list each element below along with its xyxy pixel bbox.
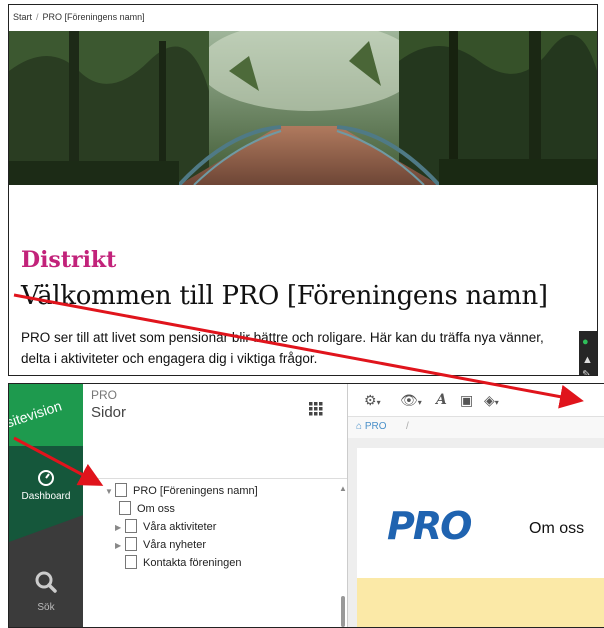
home-icon[interactable]: ⌂ PRO: [356, 421, 387, 432]
breadcrumb-home[interactable]: PRO: [365, 421, 387, 432]
image-icon[interactable]: ▣: [460, 392, 473, 409]
scrollbar-thumb[interactable]: [341, 596, 345, 627]
tree-item-aktiviteter[interactable]: ▶ Våra aktiviteter: [115, 519, 216, 536]
dashboard-label[interactable]: Dashboard: [9, 491, 83, 502]
district-label: Distrikt: [21, 247, 117, 273]
search-label[interactable]: Sök: [9, 602, 83, 613]
expand-caret-icon[interactable]: ▼: [105, 487, 115, 496]
pro-logo: PRO: [387, 504, 472, 548]
om-oss-link[interactable]: Om oss: [529, 520, 584, 538]
welcome-heading: Välkommen till PRO [Föreningens namn]: [21, 281, 548, 311]
page-icon: [119, 501, 131, 515]
tree-item-root[interactable]: ▼ PRO [Föreningens namn]: [105, 483, 258, 500]
breadcrumb-start[interactable]: Start: [13, 12, 32, 22]
logo-block: sitevision: [9, 384, 83, 446]
site-label: PRO: [91, 388, 118, 402]
breadcrumb-current: PRO [Föreningens namn]: [42, 12, 145, 22]
page-icon: [115, 483, 127, 497]
collapse-caret-icon[interactable]: ▶: [115, 523, 125, 532]
search-icon[interactable]: [33, 570, 59, 594]
pencil-icon[interactable]: ✎: [582, 369, 591, 375]
cms-left-nav: sitevision Dashboard Sök: [9, 384, 83, 627]
module-cube-icon[interactable]: ◈▾: [484, 392, 499, 409]
scroll-up-icon[interactable]: ▲: [339, 484, 347, 493]
public-site-screenshot: Start / PRO [Föreningens namn] Distrikt …: [8, 4, 598, 376]
dashboard-icon[interactable]: [36, 468, 56, 488]
tree-item-label[interactable]: Våra nyheter: [143, 539, 206, 551]
page-icon: [125, 555, 137, 569]
user-icon[interactable]: ▲: [582, 354, 593, 366]
settings-gear-icon[interactable]: ⚙▾: [364, 392, 381, 409]
cms-editor-screenshot: sitevision Dashboard Sök PRO Sidor ▼ PRO…: [8, 383, 604, 628]
tree-item-label[interactable]: Våra aktiviteter: [143, 521, 216, 533]
leaf-icon[interactable]: ●: [582, 336, 589, 348]
sitevision-logo: sitevision: [8, 397, 64, 431]
page-icon: [125, 519, 137, 533]
breadcrumb-separator: /: [406, 421, 409, 432]
pages-title: Sidor: [91, 404, 127, 421]
tree-item-label[interactable]: Om oss: [137, 503, 175, 515]
editor-toolbar: ⚙▾ 👁▾ A ▣ ◈▾: [348, 384, 604, 416]
editor-pane: ⚙▾ 👁▾ A ▣ ◈▾ ⌂ PRO / PRO Om oss: [347, 384, 604, 627]
breadcrumb-separator: /: [36, 12, 39, 22]
preview-canvas[interactable]: PRO Om oss: [357, 448, 604, 627]
tree-item-kontakta[interactable]: Kontakta föreningen: [125, 555, 241, 572]
page-tree-pane: PRO Sidor ▼ PRO [Föreningens namn] Om oss…: [83, 384, 347, 627]
intro-text: PRO ser till att livet som pensionär bli…: [21, 330, 544, 366]
divider: [83, 478, 347, 479]
tree-item-label[interactable]: Kontakta föreningen: [143, 557, 241, 569]
page-preview: PRO Om oss: [348, 438, 604, 627]
edit-toolbar-strip: ● ▲ ✎: [579, 331, 597, 375]
tree-item-om-oss[interactable]: Om oss: [119, 501, 175, 518]
preview-eye-icon[interactable]: 👁▾: [400, 392, 422, 409]
grid-menu-icon[interactable]: [309, 402, 323, 416]
yellow-band: [357, 578, 604, 627]
tree-item-label[interactable]: PRO [Föreningens namn]: [133, 485, 258, 497]
text-format-icon[interactable]: A: [436, 392, 447, 408]
editor-breadcrumb: ⌂ PRO /: [348, 416, 604, 440]
breadcrumb: Start / PRO [Föreningens namn]: [13, 12, 145, 22]
page-icon: [125, 537, 137, 551]
collapse-caret-icon[interactable]: ▶: [115, 541, 125, 550]
tree-item-nyheter[interactable]: ▶ Våra nyheter: [115, 537, 206, 554]
hero-image-forest-bridge: [9, 31, 597, 185]
